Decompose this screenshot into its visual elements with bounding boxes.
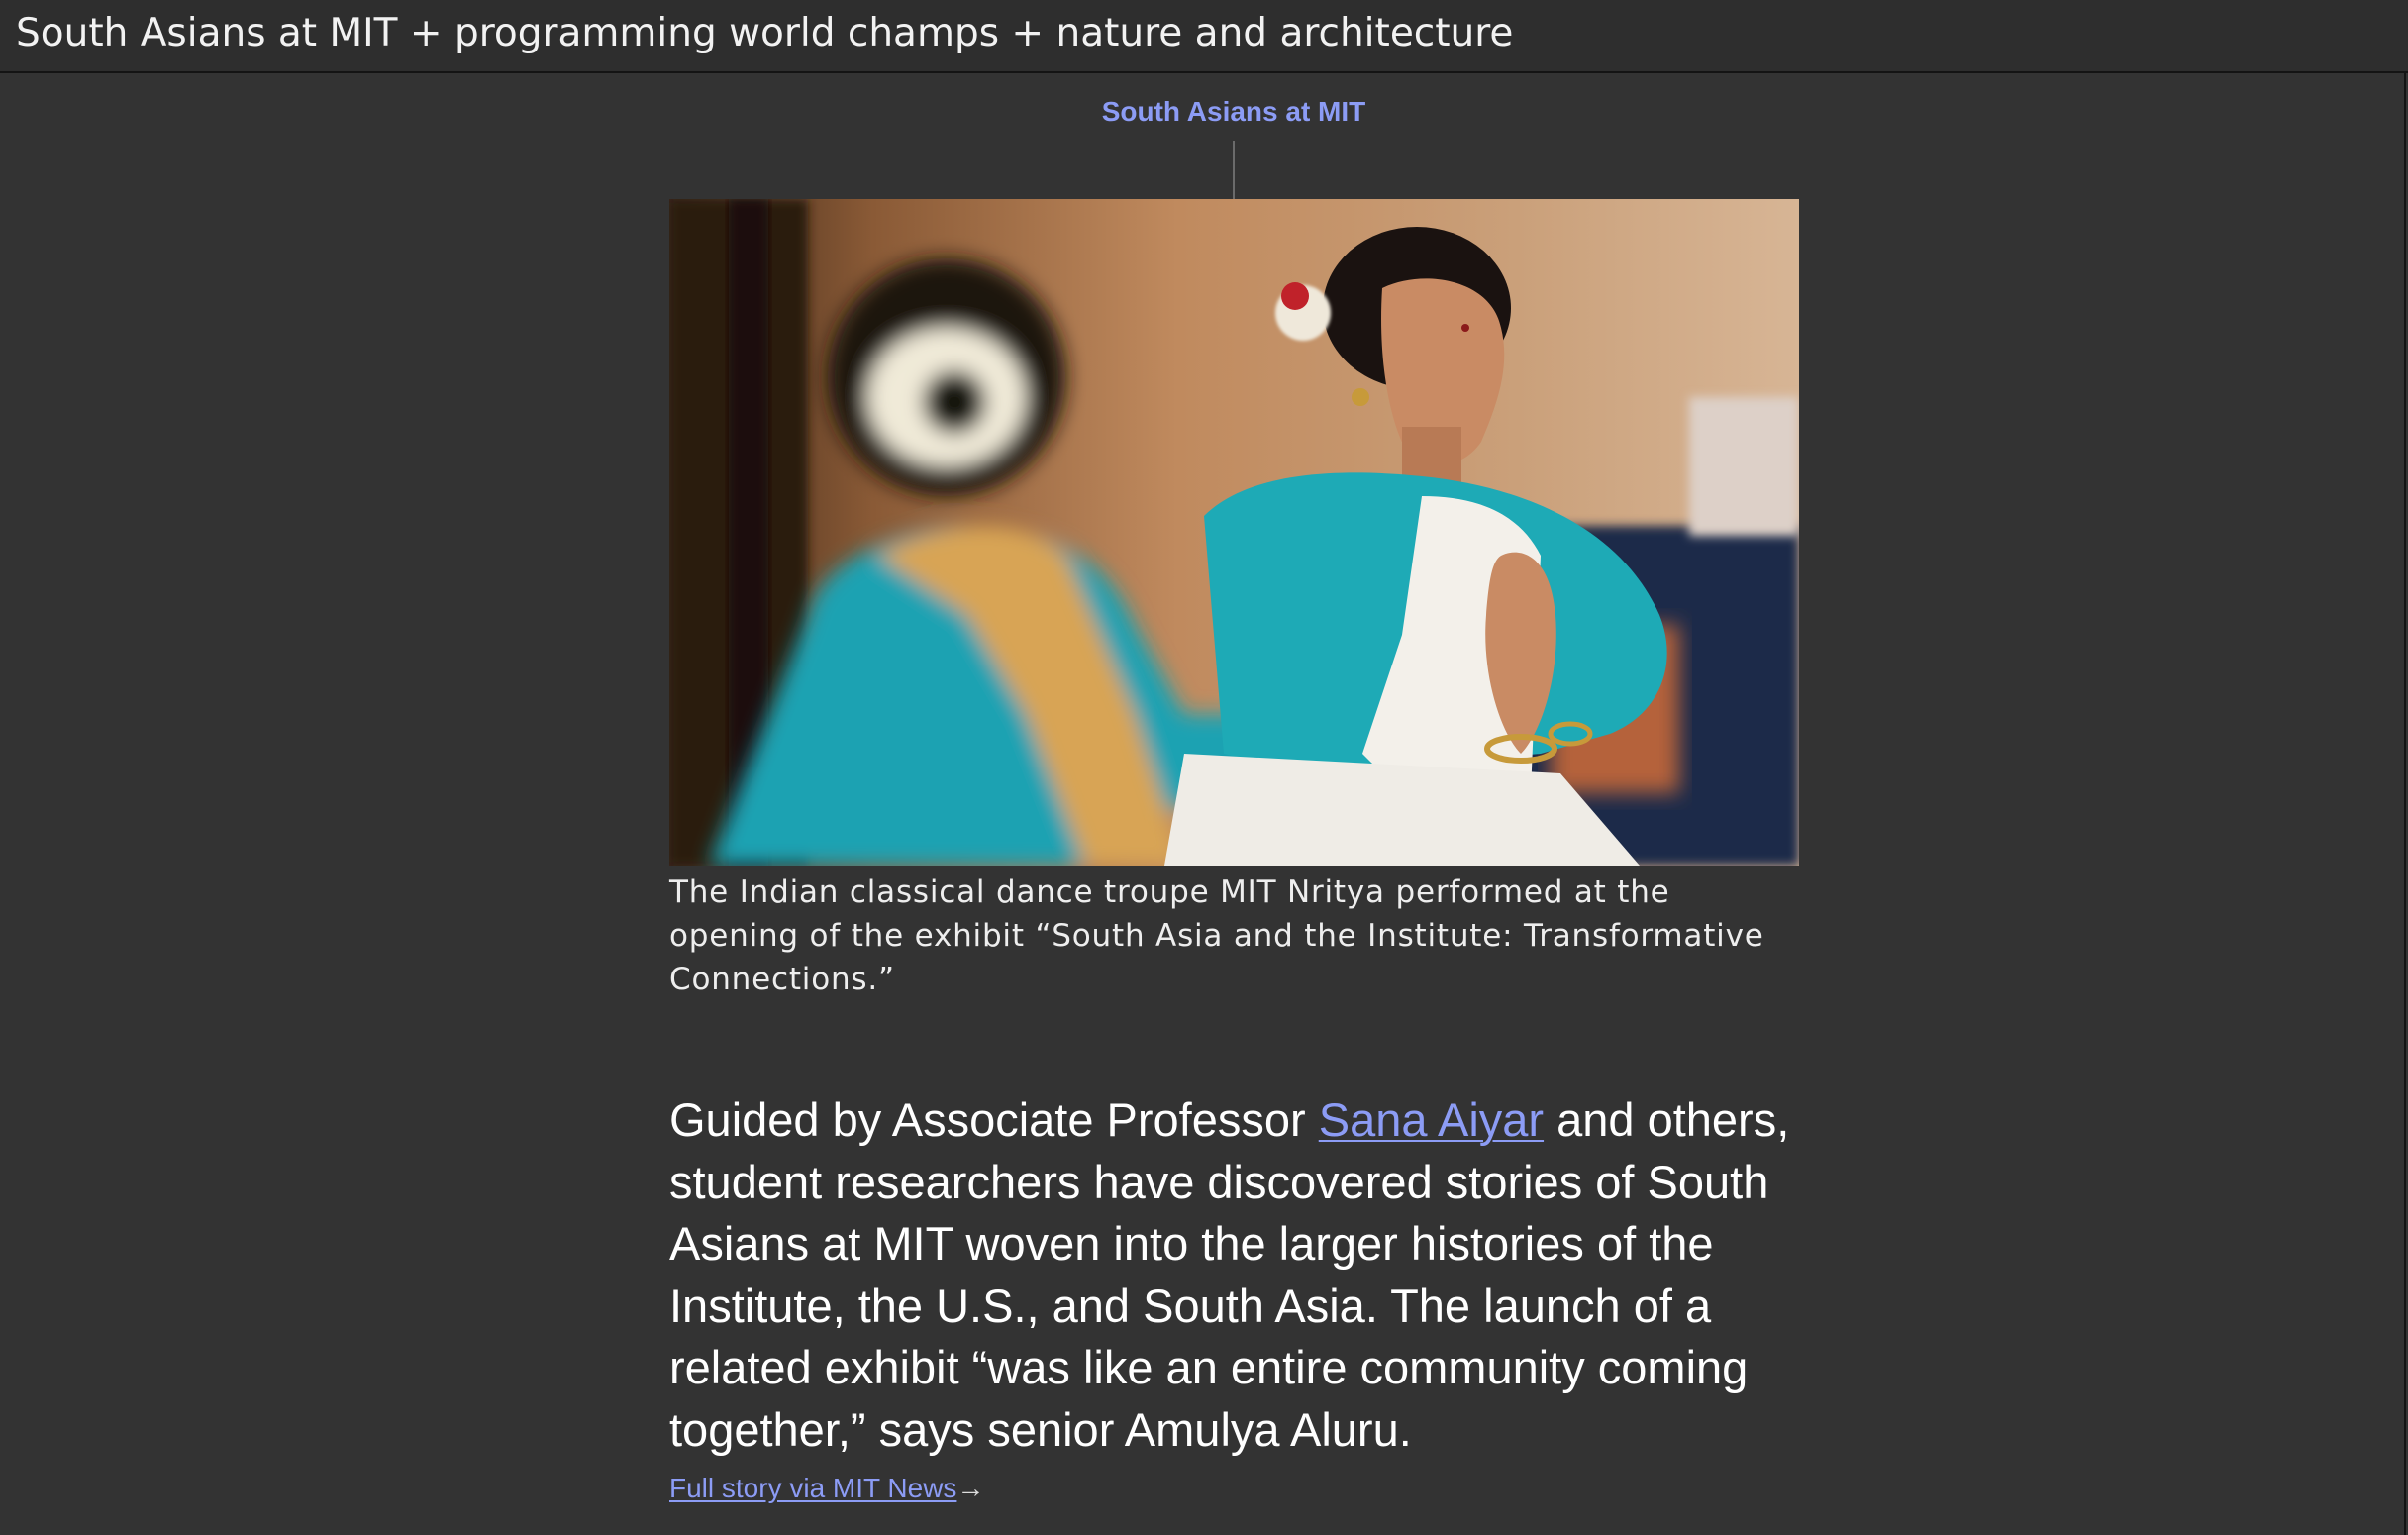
email-content: South Asians at MIT The Indian classical… — [0, 75, 2404, 1535]
section-heading-link[interactable]: South Asians at MIT — [0, 95, 2408, 129]
sana-aiyar-link[interactable]: Sana Aiyar — [1319, 1093, 1544, 1146]
full-story-row: Full story via MIT News→ — [669, 1472, 984, 1505]
window-title: South Asians at MIT + programming world … — [16, 11, 1514, 55]
arrow-right-icon: → — [956, 1473, 985, 1503]
dancers-photo-illustration — [669, 199, 1799, 866]
feature-photo[interactable] — [669, 199, 1799, 866]
article-lede: Guided by Associate Professor Sana Aiyar… — [669, 1089, 1799, 1461]
lede-text-after: and others, student researchers have dis… — [669, 1093, 1790, 1456]
connector-line — [1233, 141, 1235, 200]
window-titlebar: South Asians at MIT + programming world … — [0, 0, 2408, 73]
lede-text-before: Guided by Associate Professor — [669, 1093, 1319, 1146]
photo-caption: The Indian classical dance troupe MIT Nr… — [669, 874, 1764, 997]
full-story-link[interactable]: Full story via MIT News — [669, 1473, 956, 1503]
right-divider — [2404, 73, 2406, 1535]
